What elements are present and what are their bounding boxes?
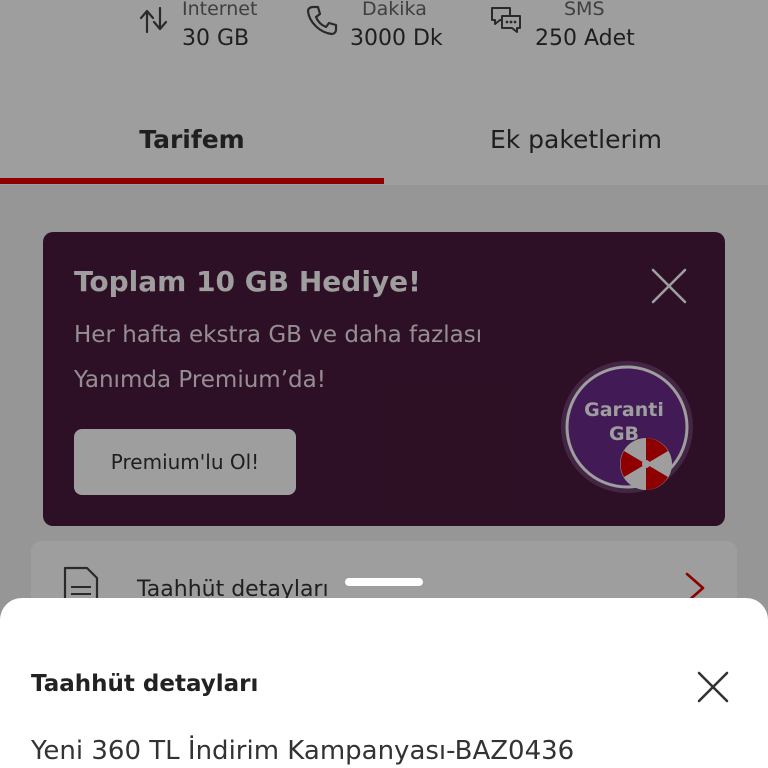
sheet-title: Taahhüt detayları (31, 671, 259, 697)
sheet-drag-handle[interactable] (345, 578, 423, 586)
close-icon[interactable] (694, 668, 732, 706)
campaign-name: Yeni 360 TL İndirim Kampanyası-BAZ0436 (31, 736, 575, 766)
app-screen: Internet 30 GB Dakika 3000 Dk SMS 250 Ad… (0, 0, 768, 768)
commitment-details-sheet: Taahhüt detayları Yeni 360 TL İndirim Ka… (0, 598, 768, 768)
